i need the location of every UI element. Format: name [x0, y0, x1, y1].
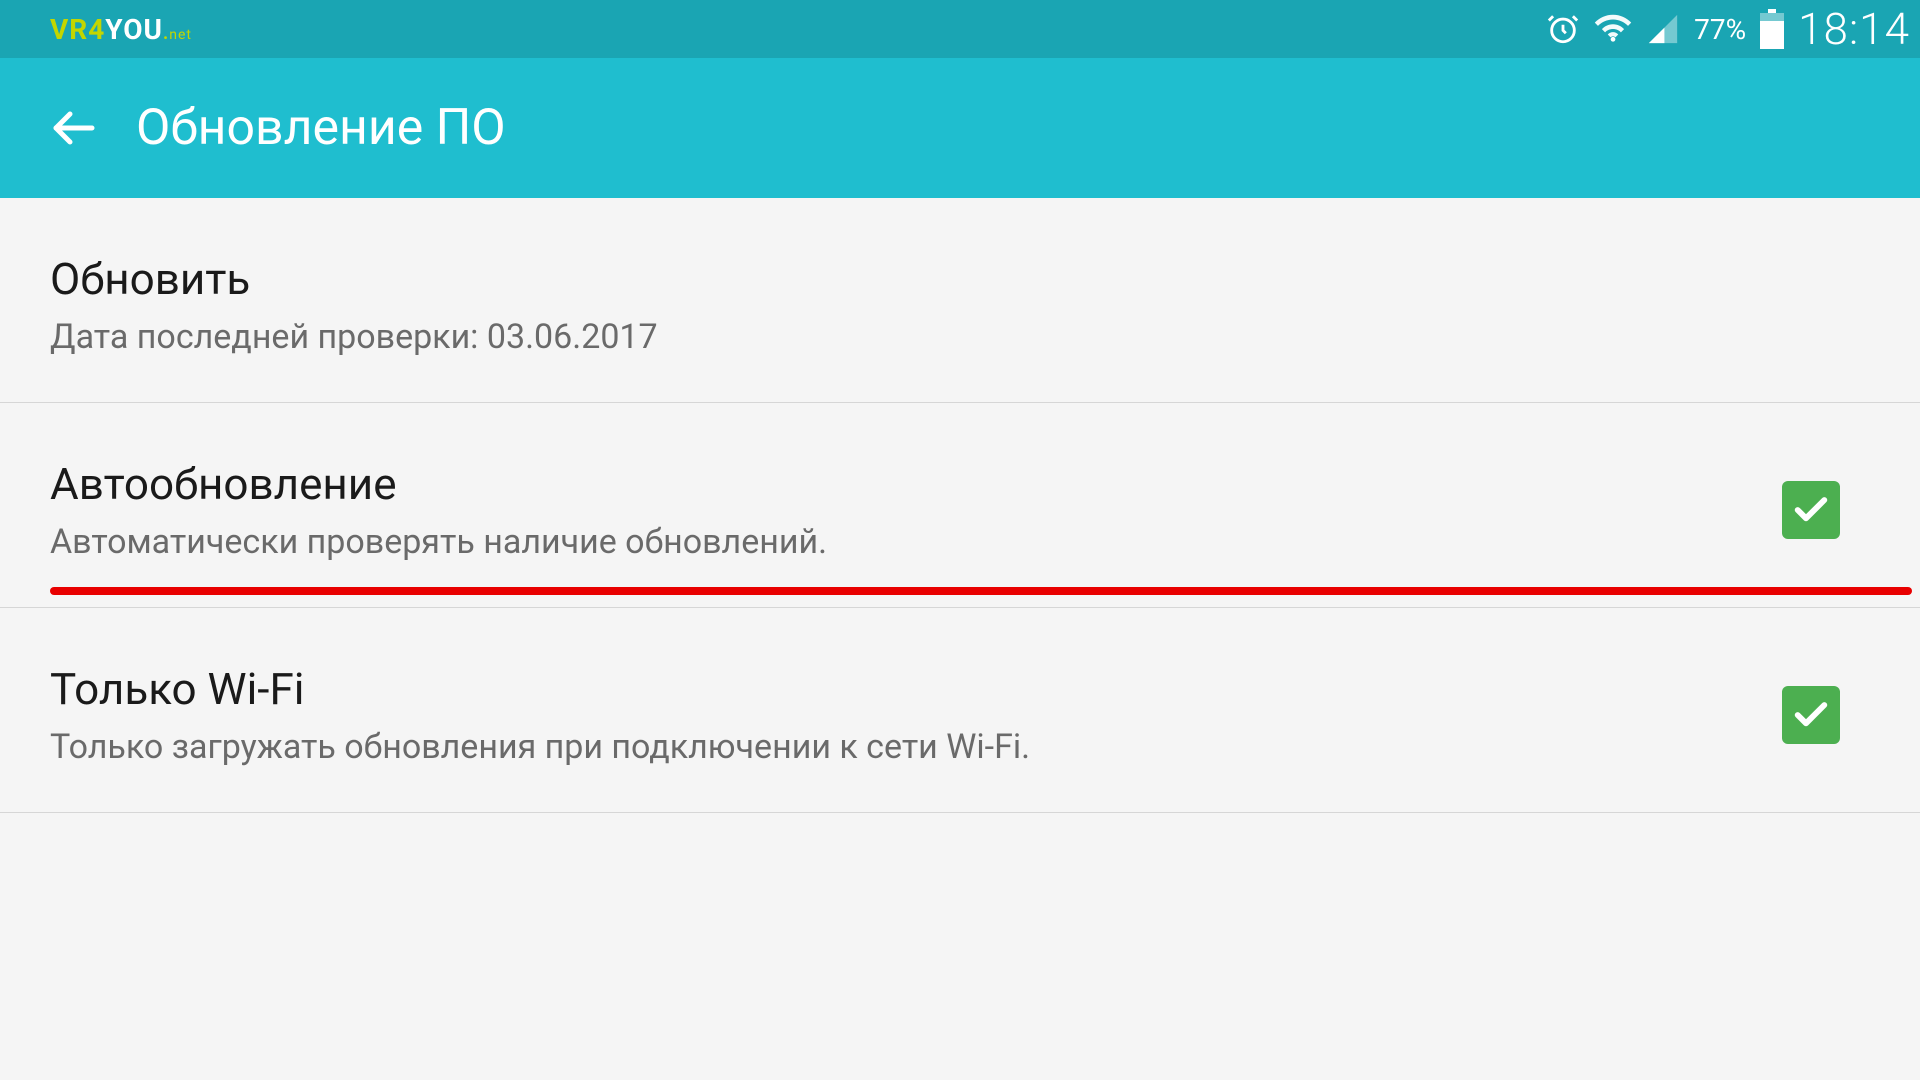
- check-icon: [1791, 490, 1831, 530]
- checkbox-auto-update[interactable]: [1782, 481, 1840, 539]
- battery-icon: [1760, 9, 1784, 49]
- item-subtitle: Автоматически проверять наличие обновлен…: [50, 522, 1782, 562]
- item-text: Автообновление Автоматически проверять н…: [50, 458, 1782, 562]
- signal-icon: [1646, 12, 1680, 46]
- watermark-ext: net: [169, 27, 192, 43]
- status-right: 77% 18:14: [1546, 3, 1910, 55]
- setting-wifi-only[interactable]: Только Wi-Fi Только загружать обновления…: [0, 608, 1920, 813]
- setting-update-now[interactable]: Обновить Дата последней проверки: 03.06.…: [0, 198, 1920, 403]
- clock-time: 18:14: [1798, 3, 1910, 55]
- watermark-logo: VR4YOU.net: [50, 13, 192, 46]
- battery-percent: 77%: [1694, 13, 1746, 46]
- setting-auto-update[interactable]: Автообновление Автоматически проверять н…: [0, 403, 1920, 608]
- status-bar: VR4YOU.net 77%: [0, 0, 1920, 58]
- page-title: Обновление ПО: [136, 99, 506, 157]
- watermark-part2: YOU: [105, 13, 163, 46]
- app-bar: Обновление ПО: [0, 58, 1920, 198]
- alarm-icon: [1546, 12, 1580, 46]
- item-title: Обновить: [50, 253, 1870, 305]
- checkbox-wifi-only[interactable]: [1782, 686, 1840, 744]
- wifi-icon: [1594, 10, 1632, 48]
- watermark-part1: VR4: [50, 13, 105, 46]
- item-subtitle: Только загружать обновления при подключе…: [50, 727, 1782, 767]
- item-text: Обновить Дата последней проверки: 03.06.…: [50, 253, 1870, 357]
- item-title: Только Wi-Fi: [50, 663, 1782, 715]
- check-icon: [1791, 695, 1831, 735]
- item-text: Только Wi-Fi Только загружать обновления…: [50, 663, 1782, 767]
- settings-list: Обновить Дата последней проверки: 03.06.…: [0, 198, 1920, 813]
- item-title: Автообновление: [50, 458, 1782, 510]
- back-button[interactable]: [50, 104, 98, 152]
- highlight-underline: [50, 587, 1912, 595]
- item-subtitle: Дата последней проверки: 03.06.2017: [50, 317, 1870, 357]
